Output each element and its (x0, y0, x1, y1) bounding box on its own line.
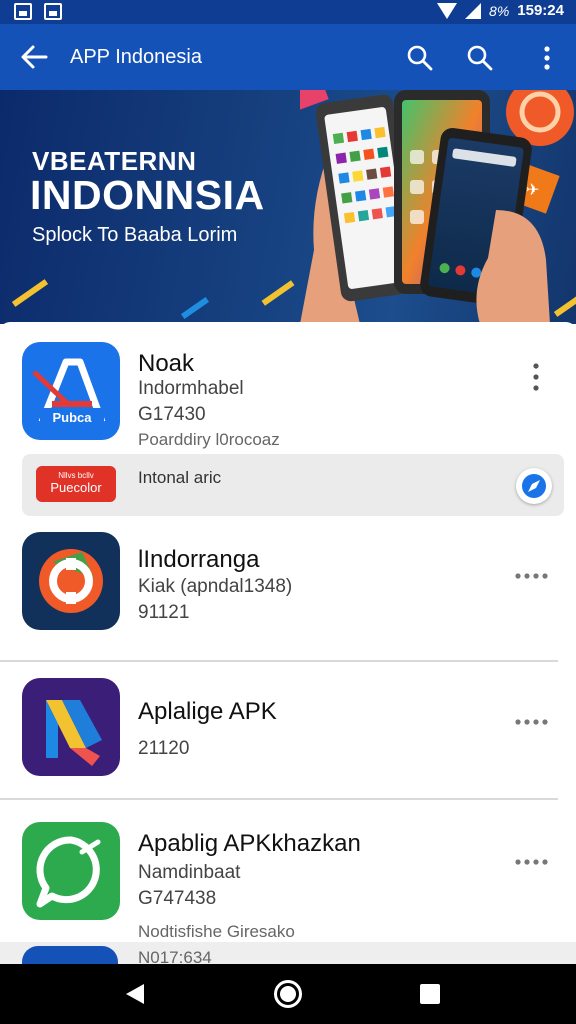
app-icon: Pubca (22, 342, 120, 440)
list-item[interactable]: N017:634 (0, 942, 576, 964)
app-icon (22, 678, 120, 776)
decor-stripe (11, 279, 49, 307)
kebab-horizontal-icon[interactable] (514, 716, 550, 728)
nav-back-icon[interactable] (124, 982, 146, 1006)
wifi-icon (437, 2, 458, 19)
compass-check-icon[interactable] (516, 468, 552, 504)
app-bar-title: APP Indonesia (70, 46, 202, 68)
list-item[interactable]: Aplalige APK 21120 (0, 662, 576, 800)
app-icon (22, 946, 118, 964)
nav-home-icon[interactable] (274, 980, 302, 1008)
photo-icon (44, 3, 62, 20)
app-bar: APP Indonesia (0, 24, 576, 90)
app-size: 91121 (138, 602, 190, 623)
arrow-left-icon[interactable] (18, 42, 50, 72)
promo-text: Intonal aric (138, 468, 222, 487)
app-size: G747438 (138, 888, 217, 909)
svg-text:✈: ✈ (526, 182, 539, 199)
app-publisher: Kiak (apndal1348) (138, 576, 293, 597)
list-item[interactable]: Pubca Noak Indormhabel G17430 Poarddiry … (0, 322, 576, 522)
promo-banner[interactable]: VBEATERNN INDONNSIA Splock To Baaba Lori… (0, 90, 576, 324)
app-size: 21120 (138, 738, 190, 759)
kebab-vertical-icon[interactable] (528, 362, 544, 392)
app-publisher: Indormhabel (138, 378, 244, 399)
battery-percent: 8% (489, 2, 510, 19)
app-icon (22, 822, 120, 920)
gallery-icon (14, 3, 32, 20)
decor-stripe (180, 296, 210, 320)
app-list: Pubca Noak Indormhabel G17430 Poarddiry … (0, 322, 576, 964)
banner-tagline: Splock To Baaba Lorim (32, 224, 238, 246)
phones-illustration: ✈ (300, 90, 576, 324)
list-item[interactable]: Apablig APKkhazkan Namdinbaat G747438 No… (0, 800, 576, 964)
nav-recent-icon[interactable] (420, 984, 440, 1004)
list-item[interactable]: lIndorranga Kiak (apndal1348) 91121 (0, 522, 576, 662)
clock: 159:24 (517, 2, 564, 19)
decor-stripe (261, 280, 295, 306)
search-icon[interactable] (466, 44, 494, 72)
promo-badge-main: Puecolor (50, 480, 102, 495)
promo-card[interactable]: Nllvs bcllv Puecolor Intonal aric (22, 454, 564, 516)
banner-title: INDONNSIA (30, 172, 265, 218)
app-icon-label: Pubca (52, 410, 92, 425)
status-bar: 8% 159:24 (0, 0, 576, 24)
promo-badge-small: Nllvs bcllv (58, 471, 94, 480)
search-icon[interactable] (406, 44, 434, 72)
app-description: Nodtisfishe Giresako (138, 922, 295, 941)
app-size: N017:634 (138, 948, 212, 964)
kebab-horizontal-icon[interactable] (514, 856, 550, 868)
promo-badge: Nllvs bcllv Puecolor (36, 466, 116, 502)
signal-icon (465, 2, 482, 19)
app-name: Aplalige APK (138, 698, 277, 725)
app-icon (22, 532, 120, 630)
app-name: Noak (138, 350, 195, 377)
more-vert-icon[interactable] (536, 44, 558, 72)
app-name: Apablig APKkhazkan (138, 830, 361, 857)
app-description: Poarddiry l0rocoaz (138, 430, 280, 449)
app-publisher: Namdinbaat (138, 862, 241, 883)
app-size: G17430 (138, 404, 206, 425)
system-nav-bar (0, 964, 576, 1024)
kebab-horizontal-icon[interactable] (514, 570, 550, 582)
app-name: lIndorranga (138, 546, 260, 573)
